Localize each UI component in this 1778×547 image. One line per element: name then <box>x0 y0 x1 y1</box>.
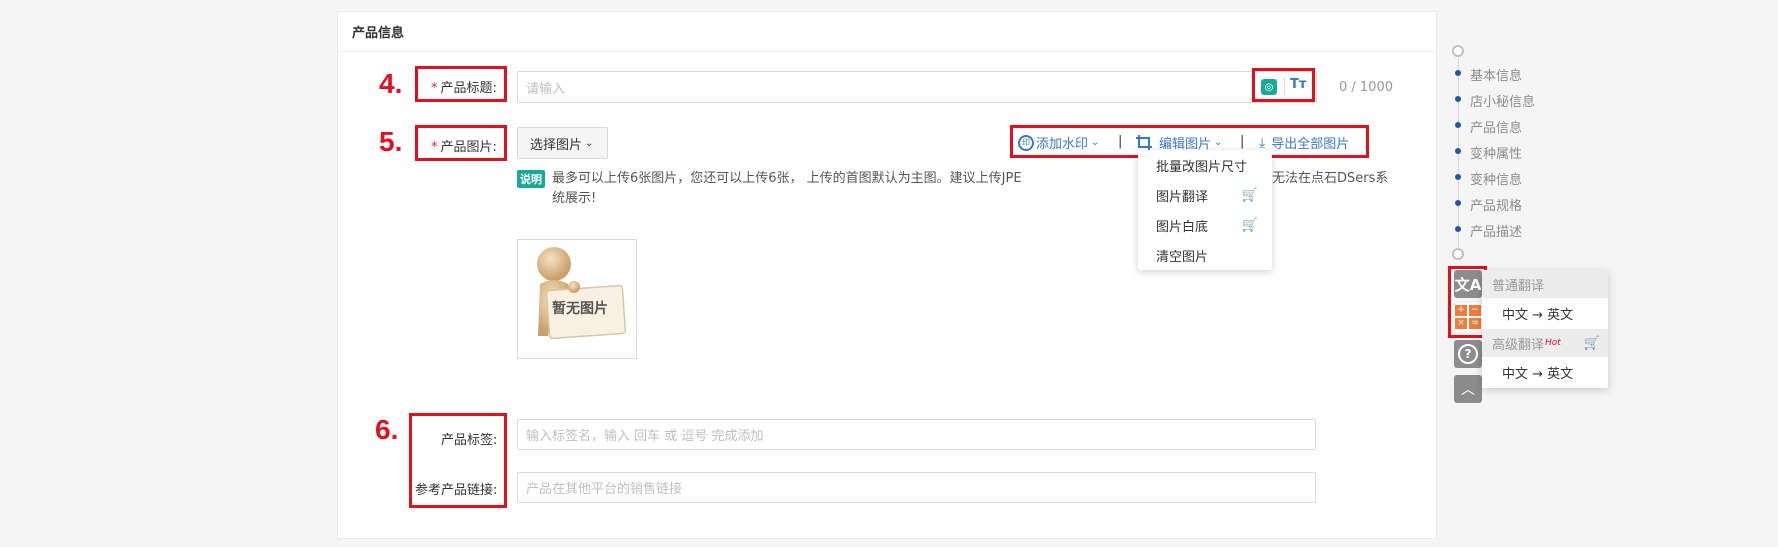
normal-translate-option[interactable]: 中文 → 英文 <box>1482 298 1608 329</box>
nav-dot <box>1455 70 1461 76</box>
nav-item-product-specs[interactable]: 产品规格 <box>1470 195 1522 214</box>
tool-separator: | <box>1118 134 1123 149</box>
advanced-translate-header: 高级翻译 Hot 🛒 <box>1482 329 1608 357</box>
export-all-images-link[interactable]: ⤓ 导出全部图片 <box>1259 133 1349 153</box>
crop-icon <box>1136 134 1152 151</box>
step-number-4: 4. <box>379 68 403 99</box>
nav-end-circle <box>1452 248 1464 260</box>
tool-separator: | <box>1240 134 1245 149</box>
tool-divider <box>1284 77 1285 95</box>
no-image-placeholder: 暂无图片 <box>517 239 637 359</box>
nav-dot <box>1455 96 1461 102</box>
nav-dot <box>1455 200 1461 206</box>
menu-item-image-translate[interactable]: 图片翻译 🛒 <box>1138 180 1272 210</box>
add-watermark-link[interactable]: 印 添加水印 ⌄ <box>1018 133 1099 152</box>
nav-item-variant-info[interactable]: 变种信息 <box>1470 169 1522 188</box>
product-tags-label: 产品标签: <box>441 433 498 448</box>
no-image-text: 暂无图片 <box>552 301 608 317</box>
note-tag: 说明 <box>517 170 545 188</box>
nav-dot <box>1455 174 1461 180</box>
product-tags-input[interactable]: 输入标签名，输入 回车 或 逗号 完成添加 <box>517 419 1316 450</box>
reference-link-label: 参考产品链接: <box>415 483 498 498</box>
product-title-label: * 产品标题: <box>431 81 497 96</box>
note-text-line2: 统展示! <box>552 191 597 206</box>
calculator-icon[interactable]: + − × = <box>1454 303 1482 331</box>
note-text-line1-tail: 无法在点石DSers系 <box>1272 171 1389 186</box>
nav-dot <box>1455 122 1461 128</box>
nav-item-basic-info[interactable]: 基本信息 <box>1470 65 1522 84</box>
advanced-translate-option[interactable]: 中文 → 英文 <box>1482 357 1608 388</box>
back-to-top-icon[interactable]: ︿ <box>1454 375 1482 403</box>
reference-link-input[interactable]: 产品在其他平台的销售链接 <box>517 472 1316 503</box>
chevron-down-icon: ⌄ <box>1091 137 1100 148</box>
help-icon[interactable]: ? <box>1454 340 1482 368</box>
nav-dot <box>1455 226 1461 232</box>
nav-item-product-description[interactable]: 产品描述 <box>1470 221 1522 240</box>
nav-item-dxm-info[interactable]: 店小秘信息 <box>1470 91 1535 110</box>
nav-item-variant-attributes[interactable]: 变种属性 <box>1470 143 1522 162</box>
note-text-line1: 最多可以上传6张图片，您还可以上传6张， 上传的首图默认为主图。建议上传JPEG… <box>552 171 1022 186</box>
menu-item-white-background[interactable]: 图片白底 🛒 <box>1138 210 1272 240</box>
nav-dot <box>1455 148 1461 154</box>
cart-icon: 🛒 <box>1241 187 1258 203</box>
download-icon: ⤓ <box>1259 134 1266 151</box>
watermark-icon: 印 <box>1018 134 1034 151</box>
product-title-input[interactable]: 请输入 <box>517 71 1317 103</box>
cart-icon: 🛒 <box>1241 217 1258 233</box>
ai-icon[interactable]: ◎ <box>1261 79 1277 95</box>
translate-panel: 普通翻译 中文 → 英文 高级翻译 Hot 🛒 中文 → 英文 <box>1482 270 1608 388</box>
chevron-down-icon: ⌄ <box>585 137 594 149</box>
menu-item-batch-resize[interactable]: 批量改图片尺寸 <box>1138 150 1272 180</box>
section-title: 产品信息 <box>338 12 1436 52</box>
product-images-label: * 产品图片: <box>431 140 497 155</box>
cart-icon: 🛒 <box>1583 335 1600 351</box>
text-size-icon[interactable]: Tт <box>1290 77 1306 92</box>
nav-timeline <box>1458 58 1459 254</box>
select-images-button[interactable]: 选择图片 ⌄ <box>517 127 608 159</box>
menu-item-clear-images[interactable]: 清空图片 <box>1138 240 1272 270</box>
normal-translate-header: 普通翻译 <box>1482 270 1608 298</box>
edit-images-menu: 批量改图片尺寸 图片翻译 🛒 图片白底 🛒 清空图片 <box>1138 150 1272 270</box>
nav-item-product-info[interactable]: 产品信息 <box>1470 117 1522 136</box>
step-number-5: 5. <box>379 126 403 157</box>
step-number-6: 6. <box>375 414 399 445</box>
title-char-counter: 0 / 1000 <box>1339 80 1393 95</box>
translate-icon[interactable]: 文A <box>1454 270 1482 298</box>
nav-start-circle <box>1452 45 1464 57</box>
chevron-down-icon: ⌄ <box>1214 137 1223 148</box>
hot-badge: Hot <box>1545 338 1561 348</box>
